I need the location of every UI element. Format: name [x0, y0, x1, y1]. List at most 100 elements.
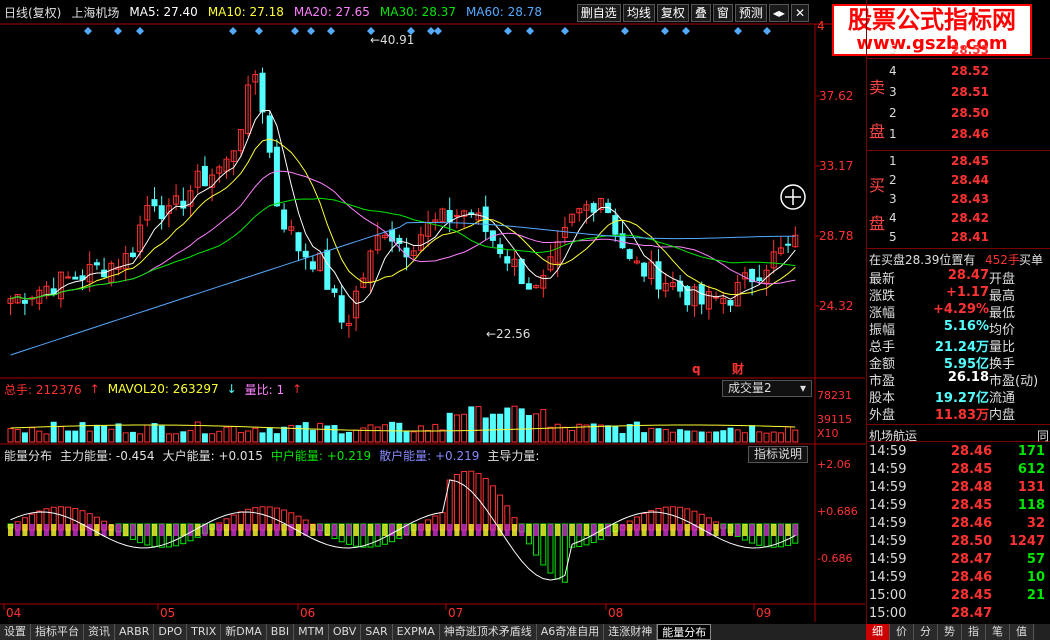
close-icon[interactable]: ✕ [790, 4, 809, 22]
indicator-tab[interactable]: BBI [266, 624, 295, 640]
volume-bar [669, 431, 676, 443]
diamond-marker [427, 27, 435, 35]
candle-body [281, 209, 288, 230]
energy-core [65, 524, 71, 536]
buy-row[interactable]: 5 28.41 [867, 228, 1050, 248]
overlay-button[interactable]: 叠 [690, 4, 711, 22]
volume-bar [403, 430, 410, 443]
energy-core [173, 524, 179, 536]
volume-bar [734, 429, 741, 443]
energy-core [483, 524, 489, 536]
indicator-tab[interactable]: 神奇逃顶术矛盾线 [439, 624, 537, 640]
retail-energy: 散户能量: +0.219 [379, 448, 480, 463]
sell-row[interactable]: 3 28.51 [867, 83, 1050, 103]
volume-bar [21, 432, 28, 443]
indicator-tab[interactable]: A6奇准自用 [536, 624, 605, 640]
energy-core [36, 524, 42, 536]
date-label: 07 [448, 606, 463, 620]
indicator-tab[interactable]: 设置 [0, 624, 31, 640]
buy-level: 2 [889, 173, 897, 187]
diamond-marker [763, 27, 771, 35]
candle-body [338, 295, 345, 323]
quote-value: 11.83万 [934, 408, 989, 423]
buy-row[interactable]: 1 28.45 [867, 152, 1050, 172]
sell-row[interactable]: 5 28.53 [867, 41, 1050, 61]
energy-core [58, 524, 64, 536]
right-tab[interactable]: 笔 [986, 624, 1010, 640]
indicator-tab[interactable]: 能量分布 [657, 624, 712, 640]
arrow-left-right-icon[interactable]: ◂▸ [768, 4, 789, 22]
sell-price: 28.46 [951, 127, 989, 141]
right-tab[interactable]: 细 [866, 624, 890, 640]
tick-time: 14:59 [869, 462, 907, 477]
indicator-tab[interactable]: 连涨财神 [604, 624, 658, 640]
arrow-up-icon: ↑ [89, 382, 100, 396]
tick-price: 28.48 [951, 480, 993, 495]
volume-bar [281, 426, 288, 443]
indicator-tab[interactable]: 指标平台 [31, 624, 84, 640]
energy-core [375, 524, 381, 536]
volume-bar [86, 430, 93, 443]
window-button[interactable]: 窗 [712, 4, 733, 22]
energy-core [144, 524, 150, 536]
right-tab[interactable]: 值 [1010, 624, 1034, 640]
energy-axis-label: -0.686 [817, 552, 852, 565]
candle-body [93, 262, 100, 266]
right-tab[interactable]: 势 [938, 624, 962, 640]
indicator-help-button[interactable]: 指标说明 [748, 446, 809, 463]
low-mark: ←22.56 [486, 327, 530, 341]
indicator-tab[interactable]: TRIX [187, 624, 222, 640]
diamond-marker [327, 27, 335, 35]
buy-row[interactable]: 3 28.43 [867, 190, 1050, 210]
energy-core [94, 524, 100, 536]
energy-bar [468, 470, 475, 531]
sell-row[interactable]: 1 28.46 [867, 125, 1050, 145]
sell-level: 5 [889, 43, 897, 57]
energy-bars [7, 470, 799, 583]
indicator-tab[interactable]: DPO [154, 624, 188, 640]
energy-core [72, 524, 78, 536]
ma-button[interactable]: 均线 [622, 4, 655, 22]
indicator-tab[interactable]: MTM [294, 624, 329, 640]
indicator-tab[interactable]: 资讯 [84, 624, 115, 640]
onbuy-button[interactable]: 买单 [1019, 251, 1043, 268]
indicator-tab[interactable]: 新DMA [221, 624, 267, 640]
quote-key: 外盘 [869, 408, 896, 423]
arrow-up-icon: ↑ [292, 382, 303, 396]
volume-bar [151, 423, 158, 443]
diamond-marker [229, 27, 237, 35]
energy-core [548, 524, 553, 536]
volume-bar [417, 425, 424, 443]
indicator-tab[interactable]: SAR [361, 624, 393, 640]
quote-panel: 5 28.53 4 28.52 3 28.51 2 28.50 1 28.46 卖盘 1 28.45 2 2… [866, 0, 1050, 625]
right-tab[interactable]: 分 [914, 624, 938, 640]
finance-marker[interactable]: 财 [731, 361, 744, 376]
chart-area[interactable]: 37.62 33.17 28.78 24.32 4 04 05 06 07 08 09 ←40.91 ←… [0, 0, 865, 625]
buy-row[interactable]: 2 28.44 [867, 171, 1050, 191]
energy-core [310, 524, 316, 536]
chevron-down-icon: ▾ [799, 381, 806, 395]
volume-indicator-select[interactable]: 成交量2 ▾ [722, 380, 812, 397]
volume-bar [792, 429, 799, 443]
indicator-tab[interactable]: ARBR [115, 624, 155, 640]
volume-bar [367, 424, 374, 443]
indicator-tab[interactable]: EXPMA [392, 624, 440, 640]
q-marker[interactable]: q [692, 362, 701, 376]
kline-canvas: 37.6233.1728.7824.32404 05 06 07 08 09←40.91←… [0, 19, 865, 622]
right-tab[interactable]: 价 [890, 624, 914, 640]
energy-core [108, 524, 114, 536]
tick-row: 14:59 28.48 131 [867, 480, 1050, 498]
energy-core [540, 524, 546, 536]
buy-row[interactable]: 4 28.42 [867, 209, 1050, 229]
forecast-button[interactable]: 预测 [734, 4, 767, 22]
adjust-button[interactable]: 复权 [656, 4, 689, 22]
ob-divider [867, 150, 1050, 151]
remove-watchlist-button[interactable]: 删自选 [576, 4, 621, 22]
quote-row: 最新 28.47 开盘 [867, 268, 1050, 287]
indicator-tab[interactable]: OBV [328, 624, 362, 640]
sell-row[interactable]: 4 28.52 [867, 62, 1050, 82]
right-tab[interactable]: 指 [962, 624, 986, 640]
energy-core [785, 524, 791, 536]
volume-bar [677, 429, 684, 443]
sell-row[interactable]: 2 28.50 [867, 104, 1050, 124]
